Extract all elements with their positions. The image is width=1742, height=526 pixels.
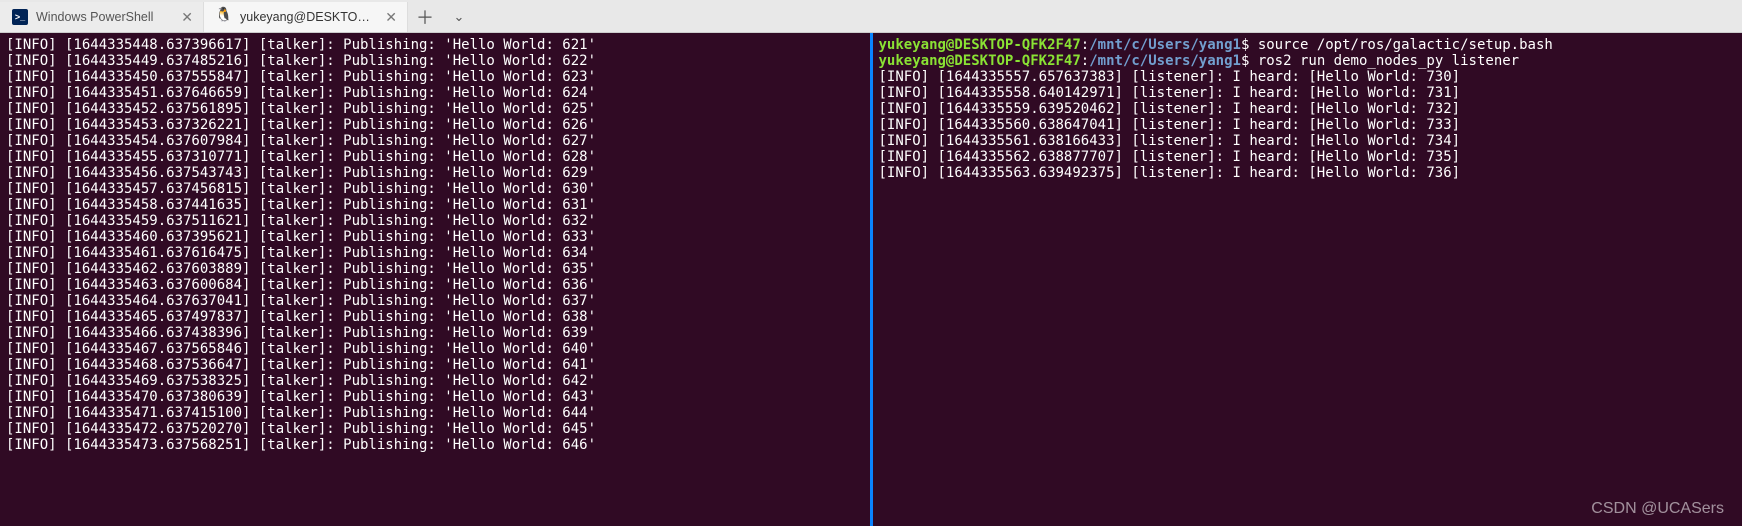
prompt-path: /mnt/c/Users/yang1 <box>1089 53 1241 69</box>
log-line: [INFO] [1644335464.637637041] [talker]: … <box>6 293 864 309</box>
powershell-icon: >_ <box>12 9 28 25</box>
log-line: [INFO] [1644335454.637607984] [talker]: … <box>6 133 864 149</box>
log-line: [INFO] [1644335558.640142971] [listener]… <box>879 85 1737 101</box>
log-line: [INFO] [1644335473.637568251] [talker]: … <box>6 437 864 453</box>
log-line: [INFO] [1644335458.637441635] [talker]: … <box>6 197 864 213</box>
new-tab-button[interactable]: ＋ <box>408 2 442 32</box>
log-line: [INFO] [1644335453.637326221] [talker]: … <box>6 117 864 133</box>
command-text: source /opt/ros/galactic/setup.bash <box>1258 37 1553 53</box>
log-line: [INFO] [1644335460.637395621] [talker]: … <box>6 229 864 245</box>
tab-ubuntu[interactable]: yukeyang@DESKTOP-QFK2F47: ✕ <box>204 2 408 32</box>
log-line: [INFO] [1644335463.637600684] [talker]: … <box>6 277 864 293</box>
command-text: ros2 run demo_nodes_py listener <box>1258 53 1519 69</box>
log-line: [INFO] [1644335469.637538325] [talker]: … <box>6 373 864 389</box>
log-line: [INFO] [1644335470.637380639] [talker]: … <box>6 389 864 405</box>
log-line: [INFO] [1644335462.637603889] [talker]: … <box>6 261 864 277</box>
log-line: [INFO] [1644335559.639520462] [listener]… <box>879 101 1737 117</box>
log-line: [INFO] [1644335471.637415100] [talker]: … <box>6 405 864 421</box>
log-line: [INFO] [1644335461.637616475] [talker]: … <box>6 245 864 261</box>
log-line: [INFO] [1644335468.637536647] [talker]: … <box>6 357 864 373</box>
log-line: [INFO] [1644335560.638647041] [listener]… <box>879 117 1737 133</box>
log-line: [INFO] [1644335457.637456815] [talker]: … <box>6 181 864 197</box>
log-line: [INFO] [1644335465.637497837] [talker]: … <box>6 309 864 325</box>
prompt-line: yukeyang@DESKTOP-QFK2F47:/mnt/c/Users/ya… <box>879 53 1737 69</box>
prompt-sep: : <box>1081 37 1089 53</box>
log-line: [INFO] [1644335459.637511621] [talker]: … <box>6 213 864 229</box>
prompt-sep: : <box>1081 53 1089 69</box>
close-icon[interactable]: ✕ <box>181 10 193 24</box>
tab-powershell[interactable]: >_ Windows PowerShell ✕ <box>0 2 204 32</box>
terminal-panes: [INFO] [1644335448.637396617] [talker]: … <box>0 33 1742 526</box>
linux-icon <box>216 9 232 25</box>
log-line: [INFO] [1644335449.637485216] [talker]: … <box>6 53 864 69</box>
tab-title: yukeyang@DESKTOP-QFK2F47: <box>240 10 377 24</box>
log-line: [INFO] [1644335557.657637383] [listener]… <box>879 69 1737 85</box>
prompt-line: yukeyang@DESKTOP-QFK2F47:/mnt/c/Users/ya… <box>879 37 1737 53</box>
log-line: [INFO] [1644335448.637396617] [talker]: … <box>6 37 864 53</box>
tab-bar: >_ Windows PowerShell ✕ yukeyang@DESKTOP… <box>0 0 1742 33</box>
prompt-user: yukeyang@DESKTOP-QFK2F47 <box>879 53 1081 69</box>
prompt-user: yukeyang@DESKTOP-QFK2F47 <box>879 37 1081 53</box>
close-icon[interactable]: ✕ <box>385 10 397 24</box>
tab-dropdown-button[interactable]: ⌄ <box>442 2 476 32</box>
log-line: [INFO] [1644335466.637438396] [talker]: … <box>6 325 864 341</box>
log-line: [INFO] [1644335451.637646659] [talker]: … <box>6 85 864 101</box>
log-line: [INFO] [1644335452.637561895] [talker]: … <box>6 101 864 117</box>
log-line: [INFO] [1644335563.639492375] [listener]… <box>879 165 1737 181</box>
terminal-pane-right[interactable]: yukeyang@DESKTOP-QFK2F47:/mnt/c/Users/ya… <box>870 33 1742 526</box>
log-line: [INFO] [1644335561.638166433] [listener]… <box>879 133 1737 149</box>
log-line: [INFO] [1644335455.637310771] [talker]: … <box>6 149 864 165</box>
tab-title: Windows PowerShell <box>36 10 173 24</box>
log-line: [INFO] [1644335456.637543743] [talker]: … <box>6 165 864 181</box>
prompt-symbol: $ <box>1241 37 1258 53</box>
log-line: [INFO] [1644335562.638877707] [listener]… <box>879 149 1737 165</box>
prompt-symbol: $ <box>1241 53 1258 69</box>
prompt-path: /mnt/c/Users/yang1 <box>1089 37 1241 53</box>
log-line: [INFO] [1644335472.637520270] [talker]: … <box>6 421 864 437</box>
terminal-pane-left[interactable]: [INFO] [1644335448.637396617] [talker]: … <box>0 33 870 526</box>
log-line: [INFO] [1644335467.637565846] [talker]: … <box>6 341 864 357</box>
log-line: [INFO] [1644335450.637555847] [talker]: … <box>6 69 864 85</box>
